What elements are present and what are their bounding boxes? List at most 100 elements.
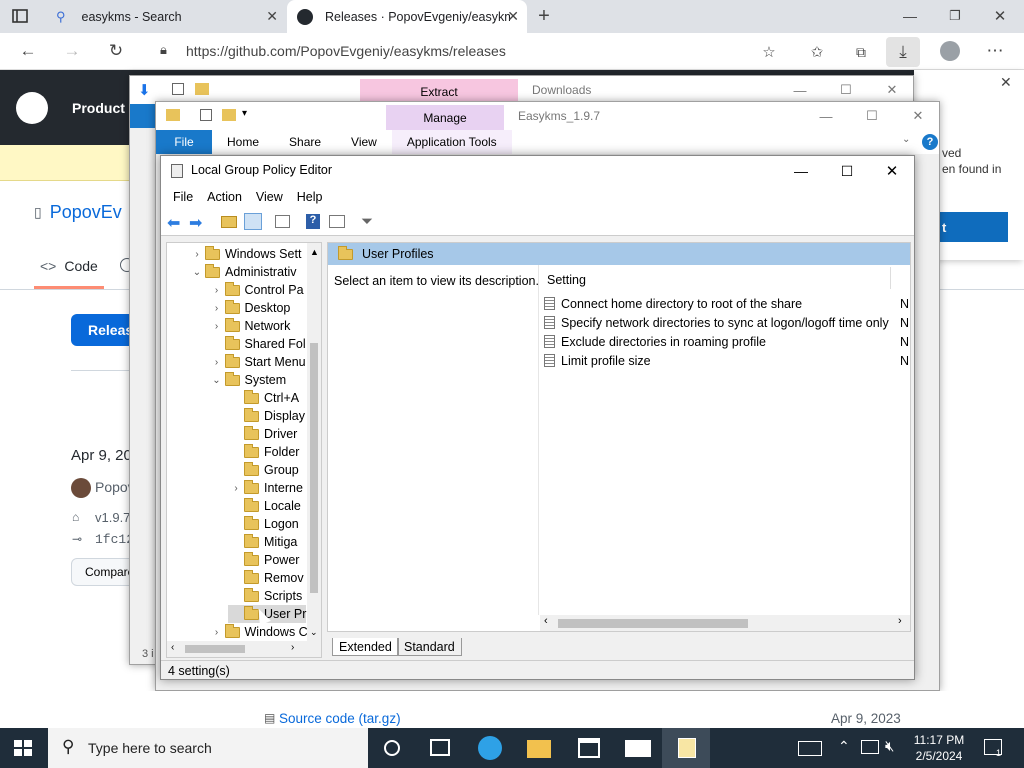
minimize-button[interactable]: — — [789, 162, 813, 180]
back-button[interactable]: ← — [16, 40, 40, 62]
tag-label[interactable]: v1.9.7 — [95, 510, 130, 525]
tree-item[interactable]: Driver — [228, 425, 297, 443]
scroll-up-icon[interactable]: ▲ — [310, 247, 319, 257]
menu-help[interactable]: Help — [290, 190, 330, 204]
scroll-thumb[interactable] — [558, 619, 748, 628]
tree-item[interactable]: Folder — [228, 443, 299, 461]
expand-icon[interactable]: › — [228, 483, 244, 494]
tree-item[interactable]: ⌄ Administrativ — [189, 263, 297, 281]
expand-icon[interactable]: › — [189, 249, 205, 260]
expand-icon[interactable]: › — [209, 285, 225, 296]
new-folder-icon[interactable] — [222, 109, 236, 121]
restore-button[interactable]: ❐ — [945, 6, 965, 26]
profile-avatar[interactable] — [940, 41, 960, 61]
close-button[interactable]: ✕ — [880, 162, 904, 180]
tree-item[interactable]: Scripts — [228, 587, 302, 605]
keyboard-icon[interactable] — [798, 741, 822, 756]
gpedit-taskbar-button[interactable] — [662, 728, 710, 768]
properties-icon[interactable] — [200, 109, 212, 121]
column-divider[interactable] — [890, 267, 891, 289]
repo-title[interactable]: ▯ PopovEv — [34, 202, 122, 223]
scroll-thumb[interactable] — [310, 343, 318, 593]
forward-arrow-icon[interactable]: ➡ — [189, 213, 202, 233]
setting-row[interactable]: Limit profile size N — [544, 351, 909, 370]
mail-icon[interactable] — [625, 740, 651, 757]
network-icon[interactable] — [861, 740, 879, 754]
setting-row[interactable]: Specify network directories to sync at l… — [544, 313, 909, 332]
settings-more-icon[interactable]: ⋯ — [984, 40, 1006, 62]
properties-icon[interactable] — [172, 83, 184, 95]
tree-item[interactable]: Logon — [228, 515, 299, 533]
close-button[interactable]: ✕ — [882, 82, 902, 98]
compare-button[interactable]: Compare — [71, 558, 137, 586]
settings-hscrollbar[interactable]: ‹ › — [540, 615, 910, 631]
tab-standard[interactable]: Standard — [397, 638, 462, 656]
tree-item[interactable]: Display — [228, 407, 305, 425]
maximize-button[interactable]: ☐ — [835, 162, 859, 180]
tree-item[interactable]: › Control Pa — [209, 281, 304, 299]
cortana-icon[interactable] — [384, 740, 400, 756]
scroll-right-icon[interactable]: › — [291, 642, 294, 653]
tree-hscrollbar[interactable]: ‹ › — [167, 641, 321, 657]
task-view-icon[interactable] — [430, 739, 450, 756]
close-window-button[interactable]: ✕ — [990, 6, 1010, 26]
tab-actions-icon[interactable] — [10, 7, 30, 25]
volume-muted-icon[interactable]: 🔇︎ — [885, 738, 894, 755]
close-panel-icon[interactable]: ✕ — [1000, 74, 1012, 91]
menu-file[interactable]: File — [166, 190, 200, 204]
new-tab-button[interactable]: + — [534, 5, 554, 27]
tree-item[interactable]: Locale — [228, 497, 301, 515]
ribbon-manage[interactable]: Manage — [386, 105, 504, 130]
expand-icon[interactable]: › — [209, 357, 225, 368]
tab-share[interactable]: Share — [274, 135, 336, 149]
maximize-button[interactable]: ☐ — [862, 108, 882, 124]
column-header-setting[interactable]: Setting — [547, 273, 586, 287]
store-icon[interactable] — [578, 738, 600, 758]
scroll-right-icon[interactable]: › — [898, 615, 902, 627]
collections-icon[interactable]: ⧉ — [850, 41, 872, 63]
forward-button[interactable]: → — [60, 40, 84, 62]
tree-item[interactable]: ⌄ System — [209, 371, 286, 389]
start-windows-icon[interactable] — [14, 740, 32, 756]
tree-item[interactable]: Group — [228, 461, 299, 479]
tree-item[interactable]: › Windows Sett — [189, 245, 301, 263]
tree-item[interactable]: Remov — [228, 569, 304, 587]
tree-item[interactable]: › Network — [209, 317, 290, 335]
file-explorer-icon[interactable] — [527, 740, 551, 758]
add-favorite-icon[interactable]: ☆ — [758, 41, 780, 63]
tree-item[interactable]: › Interne — [228, 479, 303, 497]
up-folder-icon[interactable] — [221, 216, 237, 228]
edge-icon[interactable] — [478, 736, 502, 760]
properties-icon[interactable] — [329, 215, 345, 228]
tree-item[interactable]: Power — [228, 551, 299, 569]
tree-item[interactable]: Shared Fol — [209, 335, 306, 353]
show-hide-tree-icon[interactable] — [244, 213, 262, 230]
scroll-down-icon[interactable]: ⌄ — [310, 627, 318, 638]
tab-home[interactable]: Home — [212, 135, 274, 149]
menu-view[interactable]: View — [249, 190, 290, 204]
scroll-left-icon[interactable]: ‹ — [544, 615, 548, 627]
back-arrow-icon[interactable]: ⬅ — [167, 213, 180, 233]
url-input[interactable]: 🔒︎ https://github.com/PopovEvgeniy/easyk… — [152, 38, 752, 64]
tab-search[interactable]: ⚲ easykms - Search ✕ — [46, 0, 286, 33]
scroll-left-icon[interactable]: ‹ — [171, 642, 174, 653]
collapse-icon[interactable]: ⌄ — [209, 375, 225, 386]
downloads-icon[interactable]: ⤓ — [886, 37, 920, 67]
ribbon-expand-icon[interactable]: ⌄ — [902, 134, 910, 145]
maximize-button[interactable]: ☐ — [836, 82, 856, 98]
menu-action[interactable]: Action — [200, 190, 249, 204]
minimize-button[interactable]: — — [900, 6, 920, 26]
tab-view[interactable]: View — [336, 135, 392, 149]
help-icon[interactable]: ? — [922, 134, 938, 150]
tab-releases[interactable]: Releases · PopovEvgeniy/easykm ✕ — [287, 0, 527, 33]
expand-icon[interactable]: › — [209, 303, 225, 314]
setting-row[interactable]: Exclude directories in roaming profile N — [544, 332, 909, 351]
tree-item[interactable]: › Desktop — [209, 299, 290, 317]
tree-item[interactable]: Ctrl+A — [228, 389, 299, 407]
nav-product[interactable]: Product — [72, 100, 125, 116]
favorites-icon[interactable]: ✩ — [806, 41, 828, 63]
filter-icon[interactable]: ⏷ — [361, 213, 373, 230]
close-tab-icon[interactable]: ✕ — [507, 8, 519, 25]
minimize-button[interactable]: — — [790, 82, 810, 98]
chevron-up-icon[interactable]: ⌃ — [838, 738, 850, 755]
